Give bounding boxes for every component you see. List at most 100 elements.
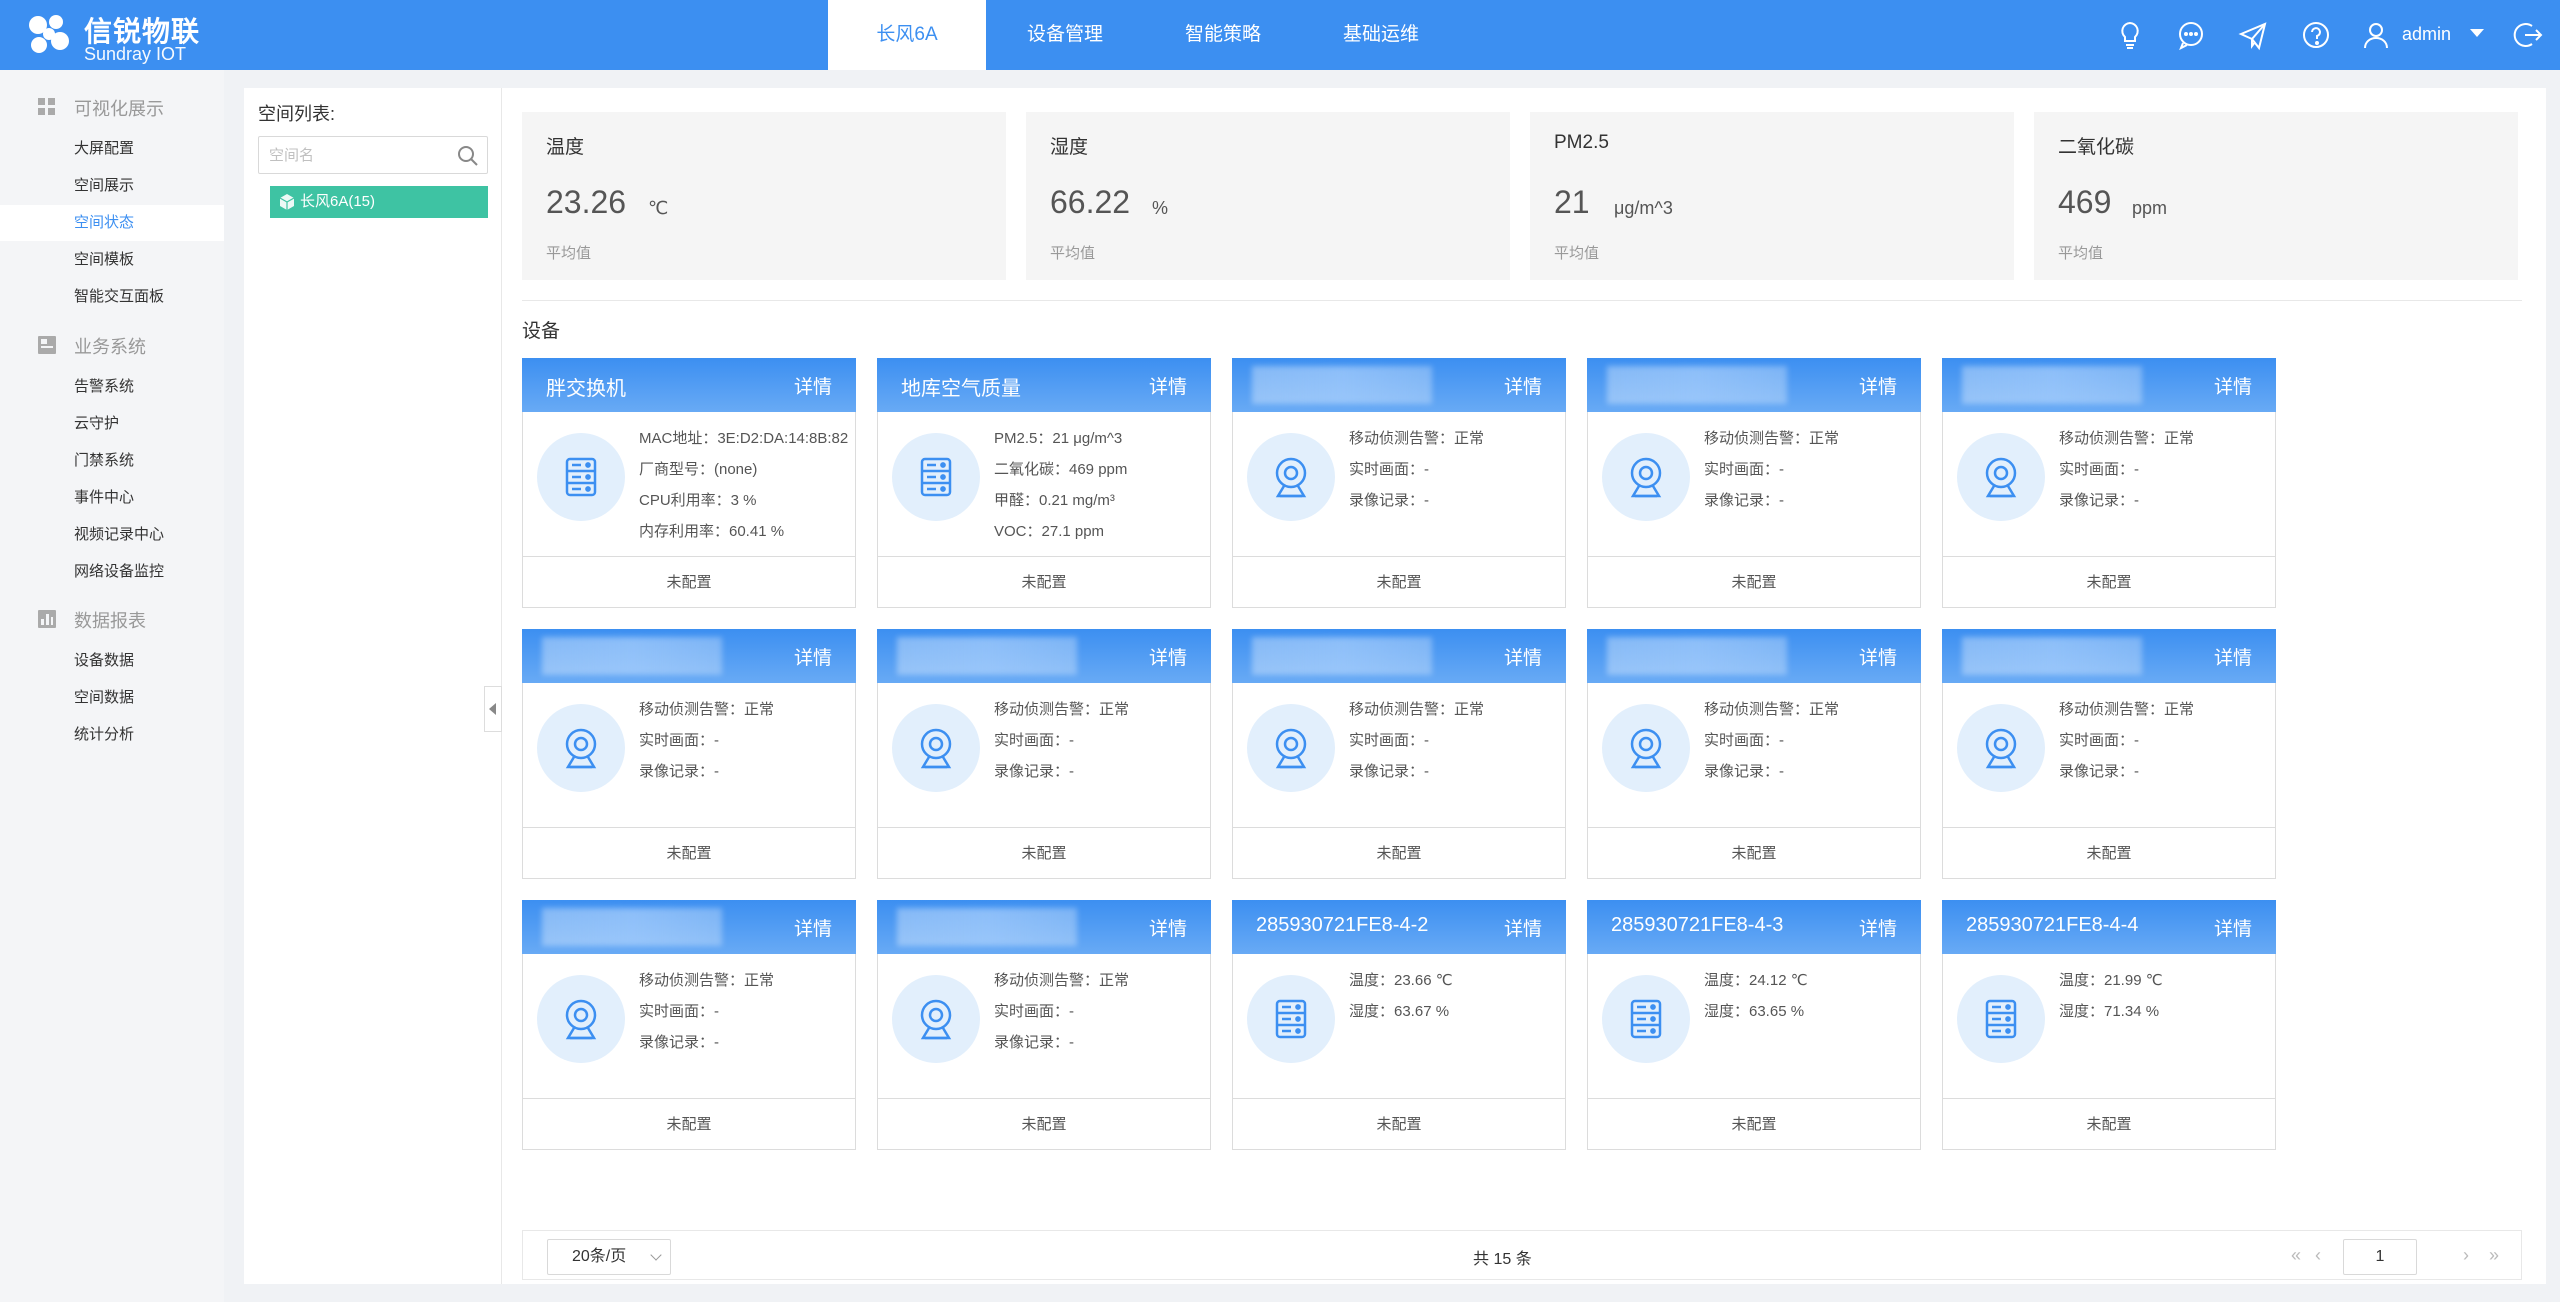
device-detail-link[interactable]: 详情	[794, 372, 832, 399]
device-property: 录像记录：-	[639, 1034, 719, 1051]
device-detail-link[interactable]: 详情	[2214, 372, 2252, 399]
device-card[interactable]: 详情 移动侦测告警：正常 实时画面：- 录像记录：- 未配置	[522, 629, 856, 879]
device-card[interactable]: 285930721FE8-4-3 详情 温度：24.12 ℃ 湿度：63.65 % 未配…	[1587, 900, 1921, 1150]
device-config-status[interactable]: 未配置	[1943, 1098, 2275, 1150]
device-config-status[interactable]: 未配置	[878, 827, 1210, 879]
device-card[interactable]: 详情 移动侦测告警：正常 实时画面：- 录像记录：- 未配置	[522, 900, 856, 1150]
space-search-input[interactable]	[269, 145, 449, 165]
device-config-status[interactable]: 未配置	[523, 1098, 855, 1150]
device-config-status[interactable]: 未配置	[1588, 827, 1920, 879]
device-config-status[interactable]: 未配置	[1588, 1098, 1920, 1150]
device-detail-link[interactable]: 详情	[1149, 914, 1187, 941]
device-detail-link[interactable]: 详情	[1504, 372, 1542, 399]
device-config-status[interactable]: 未配置	[1943, 827, 2275, 879]
sidebar-item-cloud-guard[interactable]: 云守护	[0, 406, 224, 442]
search-icon[interactable]	[457, 145, 479, 167]
device-properties: 移动侦测告警：正常 实时画面：- 录像记录：-	[1704, 423, 1839, 516]
lightbulb-icon[interactable]	[2114, 19, 2146, 51]
help-icon[interactable]	[2300, 19, 2332, 51]
device-detail-link[interactable]: 详情	[794, 643, 832, 670]
sidebar-group-reports[interactable]: 数据报表	[0, 600, 224, 636]
top-header: 信锐物联 Sundray IOT 长风6A 设备管理 智能策略 基础运维 adm…	[0, 0, 2560, 70]
device-detail-link[interactable]: 详情	[1149, 643, 1187, 670]
user-name[interactable]: admin	[2402, 24, 2451, 45]
page-size-select[interactable]: 20条/页	[547, 1239, 671, 1275]
device-name-redacted	[897, 908, 1077, 946]
device-detail-link[interactable]: 详情	[794, 914, 832, 941]
nav-tab-smart-strategy[interactable]: 智能策略	[1144, 0, 1302, 70]
device-config-status[interactable]: 未配置	[1233, 556, 1565, 608]
device-card[interactable]: 详情 移动侦测告警：正常 实时画面：- 录像记录：- 未配置	[877, 900, 1211, 1150]
user-dropdown-caret-icon[interactable]	[2470, 29, 2484, 37]
device-card[interactable]: 详情 移动侦测告警：正常 实时画面：- 录像记录：- 未配置	[1587, 629, 1921, 879]
device-card[interactable]: 胖交换机 详情 MAC地址：3E:D2:DA:14:8B:82 厂商型号：(none)…	[522, 358, 856, 608]
sidebar-item-statistics[interactable]: 统计分析	[0, 717, 224, 753]
page-number-input[interactable]: 1	[2343, 1239, 2417, 1275]
device-property: 湿度：63.67 %	[1349, 1003, 1450, 1020]
chevron-down-icon	[650, 1249, 662, 1261]
device-detail-link[interactable]: 详情	[1859, 643, 1897, 670]
stat-unit: ppm	[2132, 198, 2168, 218]
device-config-status[interactable]: 未配置	[1233, 827, 1565, 879]
sidebar-item-access-control[interactable]: 门禁系统	[0, 443, 224, 479]
device-name: 285930721FE8-4-3	[1611, 914, 1784, 936]
device-properties: MAC地址：3E:D2:DA:14:8B:82 厂商型号：(none) CPU利用率…	[639, 423, 848, 547]
device-card[interactable]: 详情 移动侦测告警：正常 实时画面：- 录像记录：- 未配置	[1232, 358, 1566, 608]
device-config-status[interactable]: 未配置	[1233, 1098, 1565, 1150]
device-card-header: 地库空气质量 详情	[877, 358, 1211, 412]
device-detail-link[interactable]: 详情	[1859, 372, 1897, 399]
device-card[interactable]: 详情 移动侦测告警：正常 实时画面：- 录像记录：- 未配置	[1232, 629, 1566, 879]
device-config-status[interactable]: 未配置	[523, 556, 855, 608]
device-property: 移动侦测告警：正常	[639, 972, 775, 989]
device-card[interactable]: 详情 移动侦测告警：正常 实时画面：- 录像记录：- 未配置	[1942, 358, 2276, 608]
user-icon[interactable]	[2360, 19, 2392, 51]
nav-tab-changfeng[interactable]: 长风6A	[828, 0, 986, 70]
device-detail-link[interactable]: 详情	[1859, 914, 1897, 941]
device-card[interactable]: 地库空气质量 详情 PM2.5：21 μg/m^3 二氧化碳：469 ppm 甲醛：0.…	[877, 358, 1211, 608]
next-page-icon[interactable]: ›	[2463, 1245, 2469, 1266]
prev-page-icon[interactable]: ‹	[2315, 1245, 2321, 1266]
collapse-panel-button[interactable]	[484, 686, 502, 732]
device-card[interactable]: 详情 移动侦测告警：正常 实时画面：- 录像记录：- 未配置	[1587, 358, 1921, 608]
sidebar-item-screen-config[interactable]: 大屏配置	[0, 131, 224, 167]
device-card[interactable]: 详情 移动侦测告警：正常 实时画面：- 录像记录：- 未配置	[1942, 629, 2276, 879]
sidebar-item-network-monitor[interactable]: 网络设备监控	[0, 554, 224, 590]
device-card[interactable]: 详情 移动侦测告警：正常 实时画面：- 录像记录：- 未配置	[877, 629, 1211, 879]
device-config-status[interactable]: 未配置	[1588, 556, 1920, 608]
device-property: 湿度：63.65 %	[1704, 1003, 1805, 1020]
device-config-status[interactable]: 未配置	[523, 827, 855, 879]
sidebar-group-business[interactable]: 业务系统	[0, 326, 224, 362]
nav-tab-device-management[interactable]: 设备管理	[986, 0, 1144, 70]
device-property: 移动侦测告警：正常	[639, 701, 775, 718]
last-page-icon[interactable]: »	[2489, 1245, 2499, 1266]
device-detail-link[interactable]: 详情	[1504, 914, 1542, 941]
device-config-status[interactable]: 未配置	[878, 1098, 1210, 1150]
sidebar-group-visualization[interactable]: 可视化展示	[0, 88, 224, 124]
logout-icon[interactable]	[2512, 19, 2544, 51]
send-icon[interactable]	[2237, 19, 2269, 51]
device-detail-link[interactable]: 详情	[1149, 372, 1187, 399]
sidebar-item-smart-panel[interactable]: 智能交互面板	[0, 279, 224, 315]
brand-logo[interactable]: 信锐物联 Sundray IOT	[24, 8, 204, 64]
device-card[interactable]: 285930721FE8-4-4 详情 温度：21.99 ℃ 湿度：71.34 % 未配…	[1942, 900, 2276, 1150]
device-card[interactable]: 285930721FE8-4-2 详情 温度：23.66 ℃ 湿度：63.67 % 未配…	[1232, 900, 1566, 1150]
sidebar-item-space-template[interactable]: 空间模板	[0, 242, 224, 278]
device-detail-link[interactable]: 详情	[2214, 643, 2252, 670]
nav-tab-basic-ops[interactable]: 基础运维	[1302, 0, 1460, 70]
pagination: 20条/页 共 15 条 « ‹ 1 › »	[522, 1230, 2522, 1280]
sidebar-item-space-status[interactable]: 空间状态	[0, 205, 224, 241]
sidebar-item-event-center[interactable]: 事件中心	[0, 480, 224, 516]
device-config-status[interactable]: 未配置	[878, 556, 1210, 608]
sidebar-item-space-data[interactable]: 空间数据	[0, 680, 224, 716]
chat-icon[interactable]	[2175, 19, 2207, 51]
sidebar-item-device-data[interactable]: 设备数据	[0, 643, 224, 679]
sidebar-item-space-display[interactable]: 空间展示	[0, 168, 224, 204]
sidebar-item-video-records[interactable]: 视频记录中心	[0, 517, 224, 553]
space-tree-node[interactable]: 长风6A(15)	[270, 186, 488, 218]
sidebar-item-alarm[interactable]: 告警系统	[0, 369, 224, 405]
device-detail-link[interactable]: 详情	[2214, 914, 2252, 941]
device-config-status[interactable]: 未配置	[1943, 556, 2275, 608]
device-detail-link[interactable]: 详情	[1504, 643, 1542, 670]
device-property: 实时画面：-	[2059, 732, 2139, 749]
first-page-icon[interactable]: «	[2291, 1245, 2301, 1266]
